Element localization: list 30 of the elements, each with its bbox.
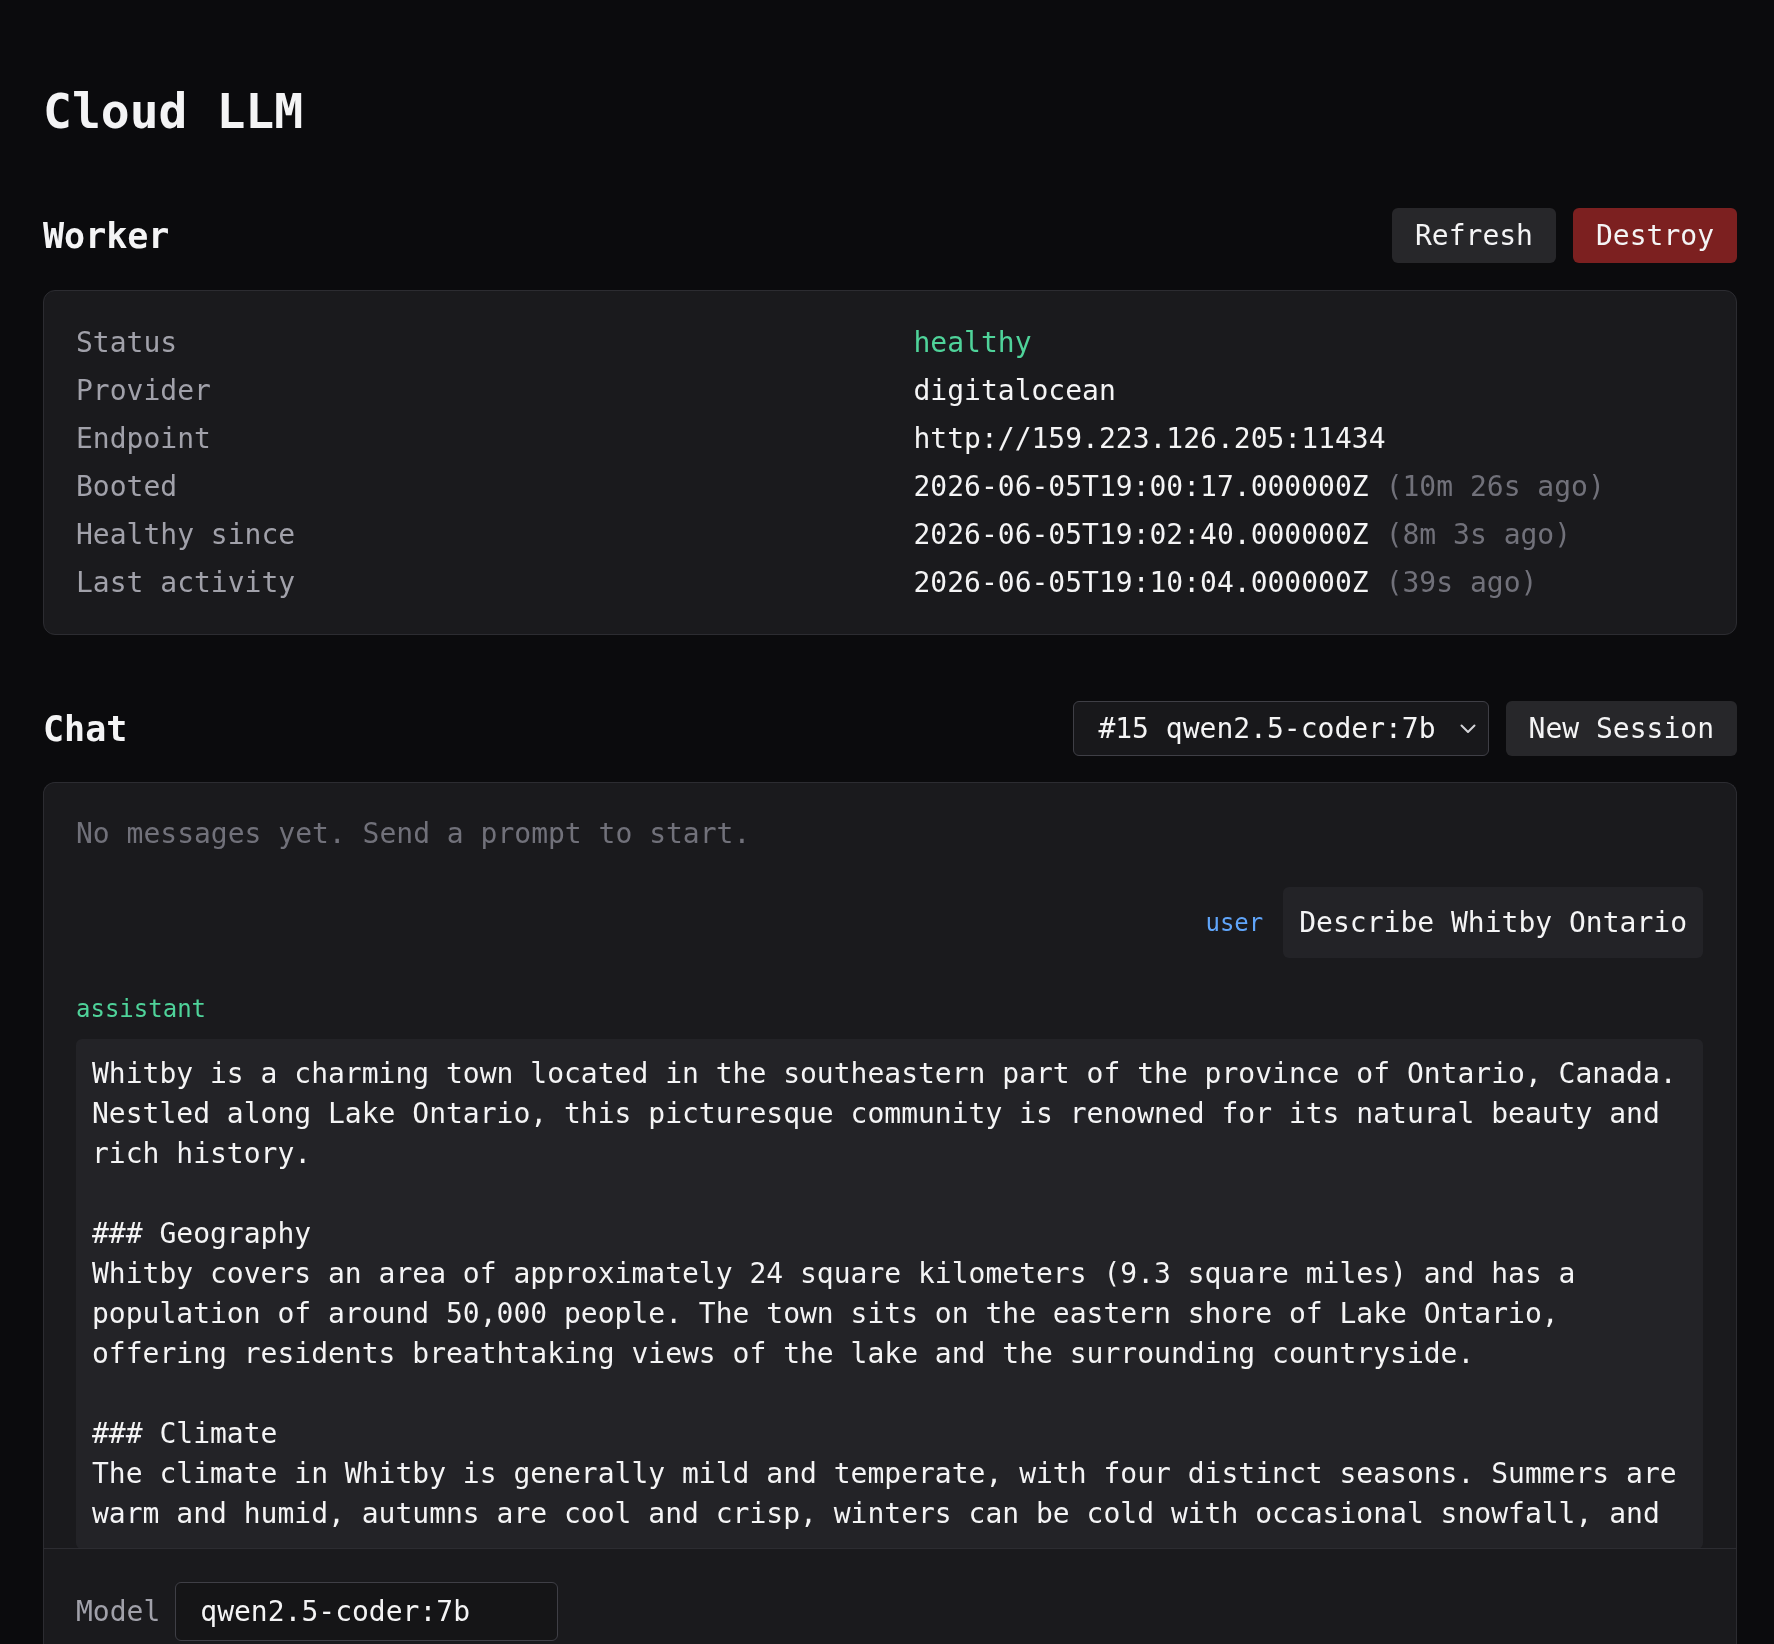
session-select[interactable]: #15 qwen2.5-coder:7b <box>1073 701 1489 756</box>
field-label: Provider <box>76 373 211 409</box>
relative-time: (8m 3s ago) <box>1385 517 1572 553</box>
field-value: digitalocean <box>913 373 1116 409</box>
new-session-button[interactable]: New Session <box>1505 701 1737 756</box>
refresh-button[interactable]: Refresh <box>1391 208 1556 263</box>
field-label: Healthy since <box>76 517 296 553</box>
timestamp-value: 2026-06-05T19:02:40.000000Z <box>913 517 1369 553</box>
model-label: Model <box>76 1593 161 1630</box>
field-label: Booted <box>76 469 178 505</box>
field-label: Last activity <box>76 565 296 601</box>
field-label: Status <box>76 325 178 361</box>
status-value: healthy <box>913 325 1032 361</box>
destroy-button[interactable]: Destroy <box>1573 208 1737 263</box>
chevron-down-icon <box>1459 723 1476 734</box>
assistant-message: Whitby is a charming town located in the southeastern part of the province of Ontario, Canada. Nestled along Lake Ontario, this picturesque community is renowned for its natural beauty and rich history. ### Geography Whitby covers an area of approximately 24 square kilometers (9.3 square miles) and has a population of around 50,000 people. The town sits on the eastern shore of Lake Ontario, offering residents breathtaking views of the lake and the surrounding countryside. ### Climate The climate in Whitby is generally mild and temperate, with four distinct seasons. Summers are warm and humid, autumns are cool and crisp, winters can be cold with occasional snowfall, and <box>76 1039 1703 1548</box>
field-label: Endpoint <box>76 421 211 457</box>
page-title: Cloud LLM <box>43 82 304 140</box>
empty-state-text: No messages yet. Send a prompt to start. <box>76 816 751 852</box>
timestamp-value: 2026-06-05T19:00:17.000000Z <box>913 469 1369 505</box>
role-label: user <box>1205 907 1264 939</box>
model-input[interactable]: qwen2.5-coder:7b <box>175 1582 559 1641</box>
field-value: http://159.223.126.205:11434 <box>913 421 1386 457</box>
relative-time: (39s ago) <box>1385 565 1538 601</box>
role-label: assistant <box>76 994 207 1025</box>
section-heading: Worker <box>43 214 170 258</box>
user-message: Describe Whitby Ontario <box>1283 887 1703 958</box>
section-heading: Chat <box>43 707 128 751</box>
relative-time: (10m 26s ago) <box>1385 469 1605 505</box>
timestamp-value: 2026-06-05T19:10:04.000000Z <box>913 565 1369 601</box>
